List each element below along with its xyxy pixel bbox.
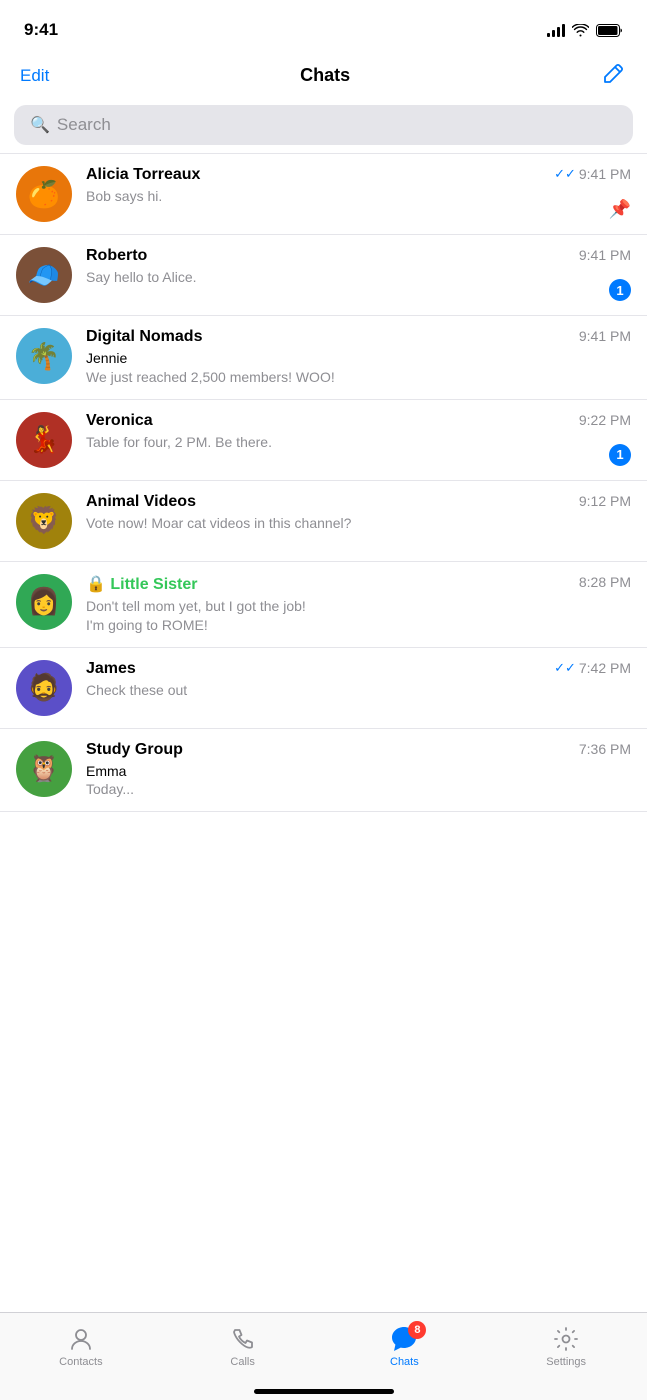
chat-top-study: Study Group 7:36 PM — [86, 741, 631, 759]
chat-item-digital[interactable]: 🌴 Digital Nomads 9:41 PM Jennie We just rea… — [0, 316, 647, 400]
chat-preview-sister: Don't tell mom yet, but I got the job! I… — [86, 597, 631, 635]
chat-top-veronica: Veronica 9:22 PM — [86, 412, 631, 430]
wifi-icon — [572, 24, 589, 37]
chats-badge: 8 — [408, 1321, 426, 1339]
chat-name-alicia: Alicia Torreaux — [86, 166, 200, 184]
chat-preview-study: Emma Today... — [86, 762, 631, 800]
chat-preview-james: Check these out — [86, 681, 631, 700]
chat-name-study: Study Group — [86, 741, 183, 759]
chat-item-roberto[interactable]: 🧢 Roberto 9:41 PM Say hello to Alice.1 — [0, 235, 647, 316]
chat-badge-roberto: 1 — [609, 279, 631, 301]
chat-item-sister[interactable]: 👩 🔒 Little Sister 8:28 PM Don't tell mom ye… — [0, 562, 647, 648]
read-ticks-alicia: ✓✓ — [554, 166, 576, 182]
chat-name-roberto: Roberto — [86, 247, 147, 265]
chat-time-roberto: 9:41 PM — [579, 247, 631, 263]
tab-contacts-label: Contacts — [59, 1356, 102, 1368]
tab-calls-label: Calls — [230, 1356, 254, 1368]
chat-preview-veronica: Table for four, 2 PM. Be there. — [86, 433, 631, 452]
chat-top-alicia: Alicia Torreaux ✓✓9:41 PM — [86, 166, 631, 184]
chat-meta-roberto: 9:41 PM — [579, 247, 631, 263]
avatar-animal: 🦁 — [16, 493, 72, 549]
header: Edit Chats — [0, 52, 647, 101]
chat-item-study[interactable]: 🦉 Study Group 7:36 PM Emma Today... — [0, 729, 647, 813]
chat-content-digital: Digital Nomads 9:41 PM Jennie We just reac… — [86, 328, 631, 387]
chat-item-james[interactable]: 🧔 James ✓✓7:42 PM Check these out — [0, 648, 647, 729]
tab-bar: Contacts Calls 8 Chats Settings — [0, 1312, 647, 1400]
chat-preview-animal: Vote now! Moar cat videos in this channe… — [86, 514, 631, 533]
chat-name-sister: 🔒 Little Sister — [86, 574, 198, 594]
chat-time-sister: 8:28 PM — [579, 574, 631, 590]
tab-contacts[interactable]: Contacts — [0, 1325, 162, 1368]
avatar-james: 🧔 — [16, 660, 72, 716]
tab-settings[interactable]: Settings — [485, 1325, 647, 1368]
chat-preview-digital: Jennie We just reached 2,500 members! WO… — [86, 349, 631, 387]
chat-meta-sister: 8:28 PM — [579, 574, 631, 590]
chat-content-veronica: Veronica 9:22 PM Table for four, 2 PM. Be … — [86, 412, 631, 452]
chat-top-james: James ✓✓7:42 PM — [86, 660, 631, 678]
tab-settings-label: Settings — [546, 1356, 586, 1368]
chat-meta-digital: 9:41 PM — [579, 328, 631, 344]
edit-button[interactable]: Edit — [20, 66, 49, 86]
chat-time-james: 7:42 PM — [579, 660, 631, 676]
tab-calls[interactable]: Calls — [162, 1325, 324, 1368]
compose-button[interactable] — [601, 60, 627, 91]
chat-name-veronica: Veronica — [86, 412, 153, 430]
chat-top-animal: Animal Videos 9:12 PM — [86, 493, 631, 511]
chat-time-veronica: 9:22 PM — [579, 412, 631, 428]
chat-name-james: James — [86, 660, 136, 678]
chat-badge-veronica: 1 — [609, 444, 631, 466]
chat-preview-alicia: Bob says hi. — [86, 187, 631, 206]
contacts-icon — [65, 1325, 97, 1353]
chat-name-animal: Animal Videos — [86, 493, 196, 511]
chat-content-study: Study Group 7:36 PM Emma Today... — [86, 741, 631, 800]
header-title: Chats — [300, 65, 350, 86]
compose-icon — [601, 60, 627, 86]
chat-content-alicia: Alicia Torreaux ✓✓9:41 PM Bob says hi. — [86, 166, 631, 206]
chat-top-roberto: Roberto 9:41 PM — [86, 247, 631, 265]
chat-item-veronica[interactable]: 💃 Veronica 9:22 PM Table for four, 2 PM. Be… — [0, 400, 647, 481]
pin-icon-alicia: 📌 — [609, 199, 631, 220]
search-input[interactable] — [57, 115, 617, 135]
home-indicator — [254, 1389, 394, 1394]
chat-item-alicia[interactable]: 🍊 Alicia Torreaux ✓✓9:41 PM Bob says hi.📌 — [0, 154, 647, 235]
status-time: 9:41 — [24, 20, 58, 40]
chat-list: 🍊Alicia Torreaux✓✓9:41 PMBob says hi.📌🧢R… — [0, 153, 647, 812]
chat-meta-animal: 9:12 PM — [579, 493, 631, 509]
search-icon: 🔍 — [30, 115, 50, 135]
signal-icon — [547, 23, 565, 37]
status-icons — [547, 23, 623, 37]
chat-name-digital: Digital Nomads — [86, 328, 202, 346]
chat-top-digital: Digital Nomads 9:41 PM — [86, 328, 631, 346]
chat-content-roberto: Roberto 9:41 PM Say hello to Alice. — [86, 247, 631, 287]
tab-chats-label: Chats — [390, 1356, 419, 1368]
avatar-digital: 🌴 — [16, 328, 72, 384]
chat-time-alicia: 9:41 PM — [579, 166, 631, 182]
chat-meta-alicia: ✓✓9:41 PM — [554, 166, 631, 182]
avatar-veronica: 💃 — [16, 412, 72, 468]
chat-content-animal: Animal Videos 9:12 PM Vote now! Moar cat v… — [86, 493, 631, 533]
chat-item-animal[interactable]: 🦁 Animal Videos 9:12 PM Vote now! Moar cat … — [0, 481, 647, 562]
chat-content-james: James ✓✓7:42 PM Check these out — [86, 660, 631, 700]
avatar-study: 🦉 — [16, 741, 72, 797]
search-bar[interactable]: 🔍 — [14, 105, 633, 145]
chat-time-study: 7:36 PM — [579, 741, 631, 757]
chat-top-sister: 🔒 Little Sister 8:28 PM — [86, 574, 631, 594]
avatar-sister: 👩 — [16, 574, 72, 630]
chat-meta-veronica: 9:22 PM — [579, 412, 631, 428]
status-bar: 9:41 — [0, 0, 647, 52]
tab-chats[interactable]: 8 Chats — [324, 1325, 486, 1368]
chat-time-digital: 9:41 PM — [579, 328, 631, 344]
read-ticks-james: ✓✓ — [554, 660, 576, 676]
chat-content-sister: 🔒 Little Sister 8:28 PM Don't tell mom yet… — [86, 574, 631, 635]
chat-meta-james: ✓✓7:42 PM — [554, 660, 631, 676]
chat-meta-study: 7:36 PM — [579, 741, 631, 757]
avatar-roberto: 🧢 — [16, 247, 72, 303]
calls-icon — [227, 1325, 259, 1353]
battery-icon — [596, 24, 623, 37]
chats-icon: 8 — [388, 1325, 420, 1353]
chat-preview-roberto: Say hello to Alice. — [86, 268, 631, 287]
chat-time-animal: 9:12 PM — [579, 493, 631, 509]
avatar-alicia: 🍊 — [16, 166, 72, 222]
settings-icon — [550, 1325, 582, 1353]
